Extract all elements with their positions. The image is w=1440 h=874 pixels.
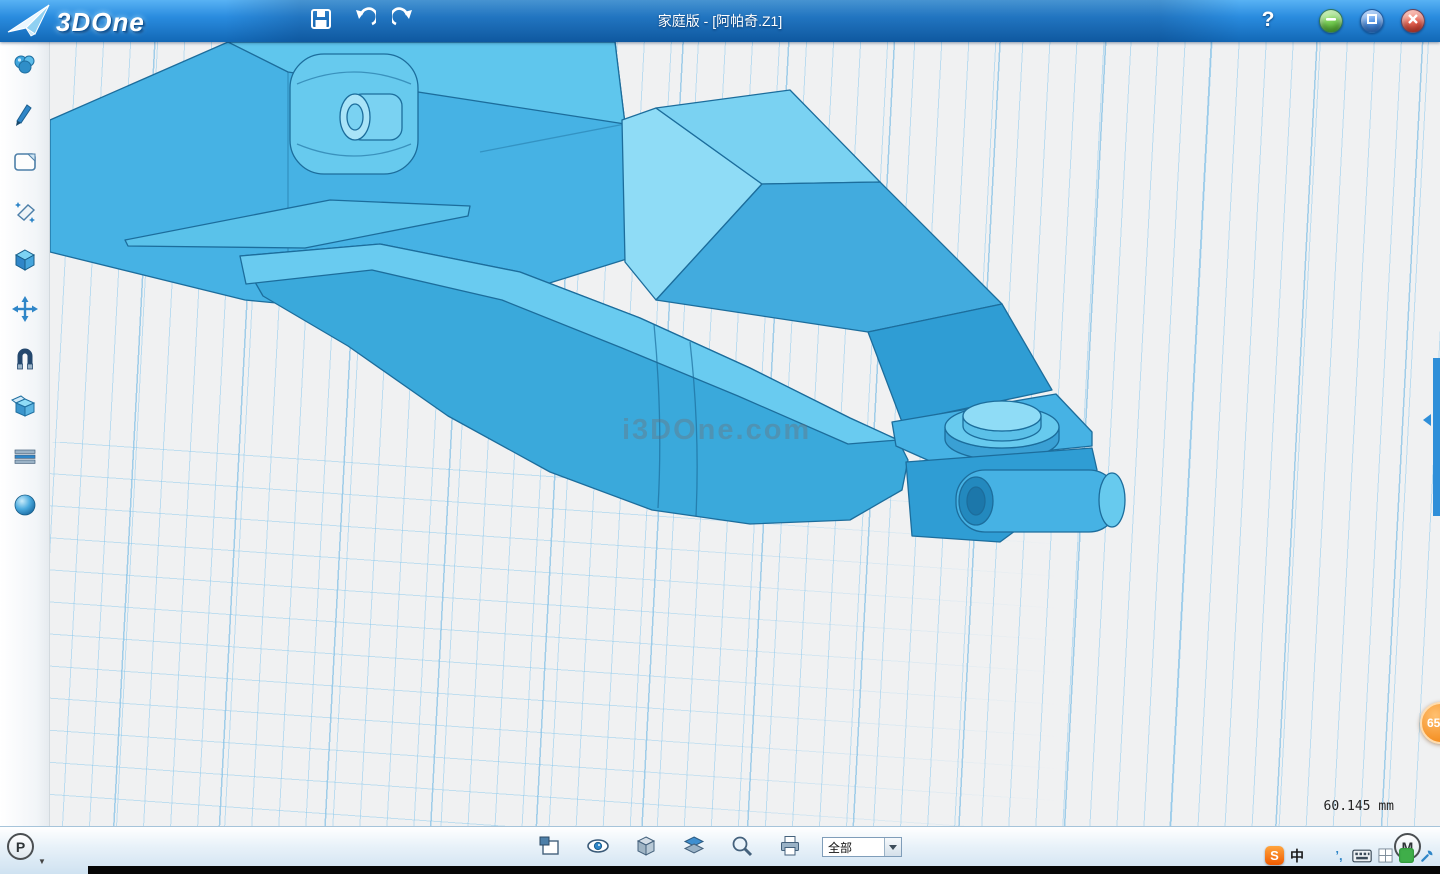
- undo-icon: [352, 7, 376, 36]
- sogou-icon[interactable]: S: [1265, 846, 1284, 865]
- measure-tool-button[interactable]: [0, 434, 50, 483]
- shaded-view-button[interactable]: [634, 836, 658, 860]
- maximize-icon: [1366, 12, 1378, 30]
- move-tool-button[interactable]: [0, 287, 50, 336]
- visibility-filter-dropdown[interactable]: 全部: [822, 837, 902, 857]
- cube-icon: [11, 246, 39, 279]
- app-name: 3DOne: [56, 7, 145, 38]
- sketch-plane-tool-button[interactable]: [0, 140, 50, 189]
- move-arrows-icon: [11, 295, 39, 328]
- chinese-mode-indicator[interactable]: 中: [1289, 847, 1305, 865]
- extrude-cube-tool-button[interactable]: [0, 238, 50, 287]
- paper-plane-icon: [6, 3, 52, 42]
- layers-icon: [682, 834, 706, 863]
- left-toolbar: [0, 42, 50, 826]
- sphere-render-tool-button[interactable]: [0, 483, 50, 532]
- close-button[interactable]: [1401, 9, 1425, 33]
- input-method-tray: S 中 ’,: [1265, 846, 1435, 865]
- zoom-search-button[interactable]: [730, 836, 754, 860]
- magnet-icon: [11, 344, 39, 377]
- viewport-canvas[interactable]: i3DOne.com 60.145 mm 65: [50, 42, 1440, 826]
- material-box-icon: [11, 393, 39, 426]
- undo-button[interactable]: [348, 7, 380, 35]
- titlebar: 3DOne 家庭版 - [阿帕奇.Z1] ?: [0, 0, 1440, 42]
- view-controls: [538, 836, 802, 860]
- magnet-constraint-tool-button[interactable]: [0, 336, 50, 385]
- measure-ruler-icon: [11, 442, 39, 475]
- magnifier-icon: [730, 834, 754, 863]
- minimize-icon: [1325, 12, 1337, 30]
- brush-tool-button[interactable]: [0, 91, 50, 140]
- printer-icon: [778, 834, 802, 863]
- badge-count: 65: [1427, 716, 1440, 730]
- window-title: 家庭版 - [阿帕奇.Z1]: [0, 0, 1440, 42]
- material-box-tool-button[interactable]: [0, 385, 50, 434]
- visibility-button[interactable]: [586, 836, 610, 860]
- save-button[interactable]: [305, 7, 337, 35]
- perspective-button[interactable]: P: [7, 833, 34, 860]
- maximize-button[interactable]: [1360, 9, 1384, 33]
- titlebar-shade: [0, 0, 1440, 42]
- scale-measurement: 60.145 mm: [1324, 799, 1394, 814]
- moon-night-icon[interactable]: [1310, 847, 1326, 865]
- char-grid-icon[interactable]: [1377, 847, 1393, 865]
- save-icon: [309, 7, 333, 36]
- green-plugin-icon[interactable]: [1398, 847, 1414, 865]
- help-button[interactable]: ?: [1254, 5, 1282, 35]
- soft-keyboard-icon[interactable]: [1352, 847, 1372, 865]
- apache-3d-model[interactable]: [50, 42, 1440, 826]
- sketch-plane-icon: [11, 148, 39, 181]
- right-scroll-strip[interactable]: [1433, 358, 1440, 516]
- dropdown-button[interactable]: [884, 838, 901, 856]
- perspective-caret-icon[interactable]: ▼: [38, 857, 46, 866]
- punctuation-mode-icon[interactable]: ’,: [1331, 847, 1347, 865]
- primitives-tool-button[interactable]: [0, 42, 50, 91]
- wrench-toolbox-icon[interactable]: [1419, 847, 1435, 865]
- redo-icon: [392, 7, 416, 36]
- eraser-icon: [11, 197, 39, 230]
- chevron-down-icon: [889, 845, 897, 850]
- shaded-cube-icon: [634, 834, 658, 863]
- datum-plane-icon: [538, 834, 562, 863]
- erase-tool-button[interactable]: [0, 189, 50, 238]
- panel-collapse-arrow-icon[interactable]: [1423, 414, 1431, 426]
- print-button[interactable]: [778, 836, 802, 860]
- app-logo: 3DOne: [6, 3, 145, 42]
- datum-plane-button[interactable]: [538, 836, 562, 860]
- redo-button[interactable]: [388, 7, 420, 35]
- filter-selected-value: 全部: [823, 839, 884, 856]
- close-icon: [1407, 12, 1419, 30]
- sphere-icon: [11, 491, 39, 524]
- layers-button[interactable]: [682, 836, 706, 860]
- eye-icon: [586, 834, 610, 863]
- minimize-button[interactable]: [1319, 9, 1343, 33]
- brush-icon: [11, 99, 39, 132]
- primitives-icon: [11, 50, 39, 83]
- taskbar-peek-strip[interactable]: [88, 866, 1440, 874]
